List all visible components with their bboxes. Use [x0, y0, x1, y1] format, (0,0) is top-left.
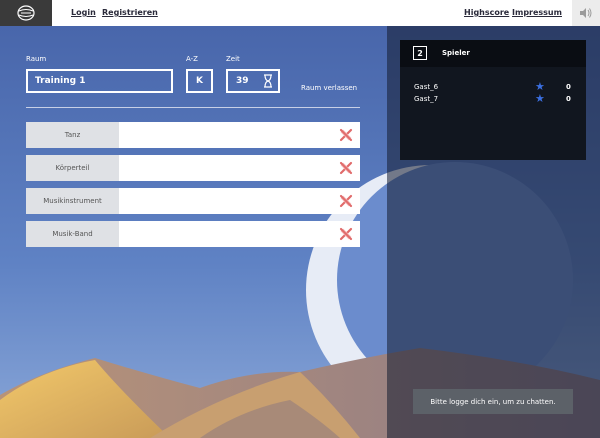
category-row: Musik-Band [26, 221, 360, 247]
letter-label: A-Z [186, 55, 198, 63]
answer-input[interactable] [119, 122, 360, 148]
player-row: Gast_7 ★ 0 [400, 92, 586, 107]
chat-login-prompt[interactable]: Bitte logge dich ein, um zu chatten. [413, 389, 573, 414]
room-name-display: Training 1 [26, 69, 173, 93]
player-name: Gast_6 [414, 83, 439, 91]
player-count-badge: 2 [413, 46, 427, 60]
close-x-icon[interactable] [339, 194, 353, 208]
room-label: Raum [26, 55, 47, 63]
time-label: Zeit [226, 55, 240, 63]
players-panel: 2 Spieler Gast_6 ★ 0 Gast_7 ★ 0 [400, 40, 586, 160]
category-label: Tanz [26, 122, 119, 148]
category-label: Musik-Band [26, 221, 119, 247]
hourglass-icon [262, 73, 274, 89]
player-score: 0 [566, 83, 571, 91]
category-row: Musikinstrument [26, 188, 360, 214]
close-x-icon[interactable] [339, 227, 353, 241]
players-title: Spieler [442, 49, 470, 57]
players-header: 2 Spieler [400, 40, 586, 67]
player-score: 0 [566, 95, 571, 103]
answer-input[interactable] [119, 155, 360, 181]
close-x-icon[interactable] [339, 161, 353, 175]
speaker-icon[interactable] [572, 0, 600, 26]
letter-display: K [186, 69, 213, 93]
highscore-link[interactable]: Highscore [464, 8, 509, 17]
time-value: 39 [236, 76, 249, 86]
register-link[interactable]: Registrieren [102, 8, 158, 17]
room-name-value: Training 1 [35, 76, 86, 86]
star-icon: ★ [535, 92, 545, 105]
close-x-icon[interactable] [339, 128, 353, 142]
globe-logo-icon[interactable] [0, 0, 52, 26]
impressum-link[interactable]: Impressum [512, 8, 562, 17]
top-navigation-bar: Login Registrieren Highscore Impressum [0, 0, 600, 26]
answer-input[interactable] [119, 188, 360, 214]
category-row: Körperteil [26, 155, 360, 181]
divider [26, 107, 360, 108]
leave-room-link[interactable]: Raum verlassen [301, 84, 357, 92]
login-link[interactable]: Login [71, 8, 96, 17]
category-label: Musikinstrument [26, 188, 119, 214]
category-row: Tanz [26, 122, 360, 148]
player-name: Gast_7 [414, 95, 439, 103]
answer-input[interactable] [119, 221, 360, 247]
player-row: Gast_6 ★ 0 [400, 81, 586, 95]
letter-value: K [196, 76, 203, 86]
category-label: Körperteil [26, 155, 119, 181]
